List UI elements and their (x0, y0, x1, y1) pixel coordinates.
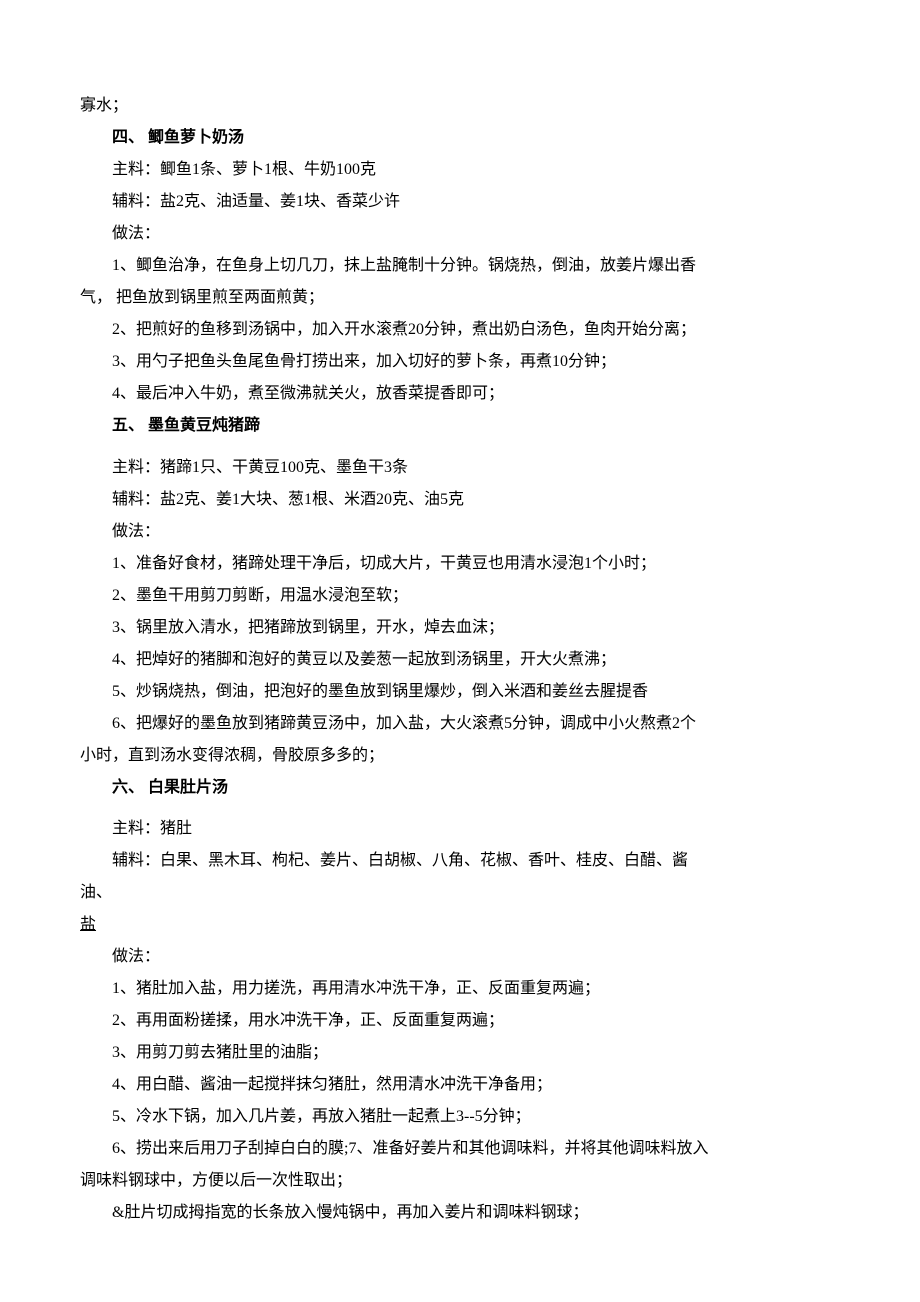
section-6-step: 4、用白醋、酱油一起搅拌抹匀猪肚，然用清水冲洗干净备用； (80, 1069, 840, 1101)
section-5-step: 2、墨鱼干用剪刀剪断，用温水浸泡至软； (80, 580, 840, 612)
section-4-aux: 辅料：盐2克、油适量、姜1块、香菜少许 (80, 186, 840, 218)
section-6-aux-line3: 盐 (80, 909, 96, 941)
section-5-main: 主料：猪蹄1只、干黄豆100克、墨鱼干3条 (80, 452, 840, 484)
section-4-title: 四、 鲫鱼萝卜奶汤 (80, 122, 840, 154)
section-4-step-cont: 气， 把鱼放到锅里煎至两面煎黄； (80, 282, 840, 314)
section-5-title: 五、 墨鱼黄豆炖猪蹄 (80, 410, 840, 442)
section-5-step: 6、把爆好的墨鱼放到猪蹄黄豆汤中，加入盐，大火滚煮5分钟，调成中小火熬煮2个 (80, 708, 840, 740)
section-5-step: 3、锅里放入清水，把猪蹄放到锅里，开水，焯去血沫； (80, 612, 840, 644)
section-4-step: 1、鲫鱼治净，在鱼身上切几刀，抹上盐腌制十分钟。锅烧热，倒油，放姜片爆出香 (80, 250, 840, 282)
section-5-step: 5、炒锅烧热，倒油，把泡好的墨鱼放到锅里爆炒，倒入米酒和姜丝去腥提香 (80, 676, 840, 708)
section-6-step: 2、再用面粉搓揉，用水冲洗干净，正、反面重复两遍； (80, 1005, 840, 1037)
section-6-main: 主料：猪肚 (80, 813, 840, 845)
section-6-title: 六、 白果肚片汤 (80, 772, 840, 804)
section-4-step: 3、用勺子把鱼头鱼尾鱼骨打捞出来，加入切好的萝卜条，再煮10分钟； (80, 346, 840, 378)
section-5-step: 1、准备好食材，猪蹄处理干净后，切成大片，干黄豆也用清水浸泡1个小时； (80, 548, 840, 580)
section-5-step: 4、把焯好的猪脚和泡好的黄豆以及姜葱一起放到汤锅里，开大火煮沸； (80, 644, 840, 676)
section-6-step: 5、冷水下锅，加入几片姜，再放入猪肚一起煮上3--5分钟； (80, 1101, 840, 1133)
section-6-step: &肚片切成拇指宽的长条放入慢炖锅中，再加入姜片和调味料钢球； (80, 1197, 840, 1229)
section-6-aux-line2: 油、 (80, 877, 840, 909)
section-4-method-label: 做法： (80, 218, 840, 250)
section-4-main: 主料：鲫鱼1条、萝卜1根、牛奶100克 (80, 154, 840, 186)
section-4-step: 2、把煎好的鱼移到汤锅中，加入开水滚煮20分钟，煮出奶白汤色，鱼肉开始分离； (80, 314, 840, 346)
section-6-aux-line1: 辅料：白果、黑木耳、枸杞、姜片、白胡椒、八角、花椒、香叶、桂皮、白醋、酱 (80, 845, 840, 877)
section-6-step: 6、捞出来后用刀子刮掉白白的膜;7、准备好姜片和其他调味料，并将其他调味料放入 (80, 1133, 840, 1165)
section-6-step: 1、猪肚加入盐，用力搓洗，再用清水冲洗干净，正、反面重复两遍； (80, 973, 840, 1005)
continuation-fragment: 寡水； (80, 90, 840, 122)
section-5-step-cont: 小时，直到汤水变得浓稠，骨胶原多多的； (80, 740, 840, 772)
section-5-method-label: 做法： (80, 516, 840, 548)
section-6-step: 3、用剪刀剪去猪肚里的油脂； (80, 1037, 840, 1069)
section-6-step-cont: 调味料钢球中，方便以后一次性取出； (80, 1165, 840, 1197)
section-6-method-label: 做法： (80, 941, 840, 973)
section-5-aux: 辅料：盐2克、姜1大块、葱1根、米酒20克、油5克 (80, 484, 840, 516)
section-4-step: 4、最后冲入牛奶，煮至微沸就关火，放香菜提香即可； (80, 378, 840, 410)
